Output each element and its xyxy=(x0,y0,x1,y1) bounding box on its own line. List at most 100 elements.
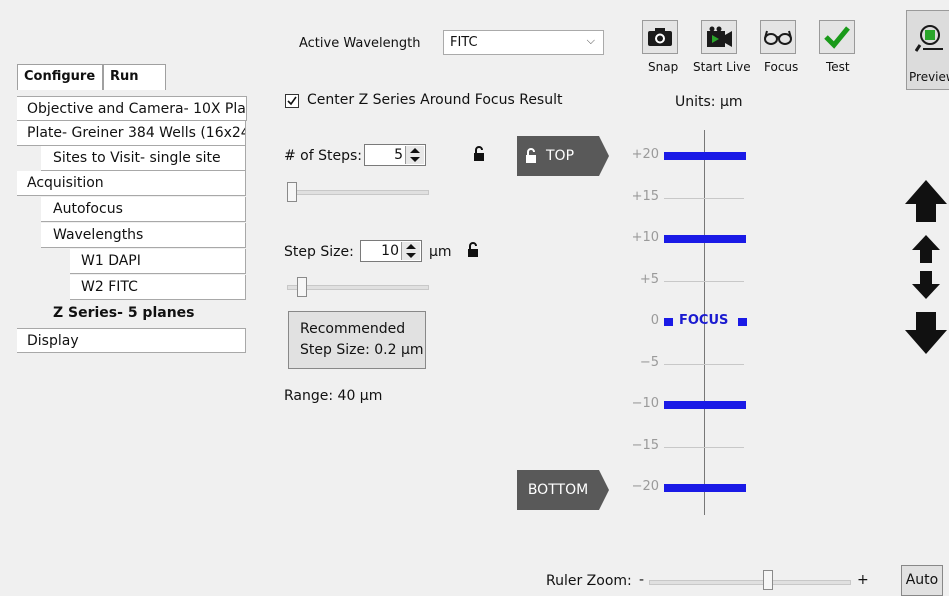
tab-configure[interactable]: Configure xyxy=(17,64,103,90)
range-label: Range: 40 µm xyxy=(284,388,383,404)
tree-item-label: W1 DAPI xyxy=(81,253,141,269)
spinner-arrows-icon[interactable] xyxy=(401,242,420,260)
lock-icon[interactable] xyxy=(467,242,479,258)
tree-item-w2-fitc[interactable]: W2 FITC xyxy=(70,275,246,300)
focus-plane-marker-left xyxy=(664,318,673,326)
recommended-line1: Recommended xyxy=(300,321,406,337)
tree-item-label: Sites to Visit- single site xyxy=(53,150,221,166)
steps-value: 5 xyxy=(394,147,403,163)
start-live-button[interactable] xyxy=(701,20,737,54)
step-size-spinner[interactable]: 10 xyxy=(360,240,422,262)
start-live-label: Start Live xyxy=(693,60,751,74)
z-plane-bar[interactable] xyxy=(664,152,746,160)
bottom-label: BOTTOM xyxy=(527,482,589,498)
tree-item-plate[interactable]: Plate- Greiner 384 Wells (16x24) xyxy=(17,121,246,146)
snap-label: Snap xyxy=(648,60,679,74)
steps-label: # of Steps: xyxy=(284,148,363,164)
units-label: Units: µm xyxy=(675,94,743,110)
tree-item-label: Z Series- 5 planes xyxy=(53,305,195,321)
top-toolbar: Active Wavelength FITC ⌵ Snap Start Live… xyxy=(0,0,949,90)
tree-item-wavelengths[interactable]: Wavelengths xyxy=(41,223,246,248)
wavelength-select[interactable]: FITC ⌵ xyxy=(443,30,604,55)
lock-icon xyxy=(526,148,536,163)
step-size-slider-track[interactable] xyxy=(287,285,429,290)
video-camera-icon xyxy=(707,26,732,47)
tab-run-label: Run xyxy=(110,69,139,84)
z-plane-bar[interactable] xyxy=(664,484,746,492)
snap-button[interactable] xyxy=(642,20,678,54)
recommended-line2: Step Size: 0.2 µm xyxy=(300,342,424,358)
ruler-tick xyxy=(664,446,744,448)
bottom-button[interactable]: BOTTOM xyxy=(517,470,599,510)
test-label: Test xyxy=(826,60,850,74)
focus-label: Focus xyxy=(764,60,799,74)
wavelength-value: FITC xyxy=(450,35,478,50)
zoom-slider-track[interactable] xyxy=(649,580,851,585)
tree-item-label: Plate- Greiner 384 Wells (16x24) xyxy=(27,125,246,141)
preview-label: Preview xyxy=(909,70,949,84)
lock-icon[interactable] xyxy=(473,146,485,162)
preview-icon xyxy=(915,25,943,52)
step-size-label: Step Size: xyxy=(284,244,354,260)
auto-label: Auto xyxy=(905,572,939,588)
tree-item-zseries[interactable]: Z Series- 5 planes xyxy=(41,301,247,326)
tree-item-label: Objective and Camera- 10X Plan xyxy=(27,101,247,117)
zseries-panel: Center Z Series Around Focus Result # of… xyxy=(247,90,949,596)
tree-item-w1-dapi[interactable]: W1 DAPI xyxy=(70,249,246,274)
arrow-up-large-icon[interactable] xyxy=(903,178,949,224)
tree-item-display[interactable]: Display xyxy=(17,328,246,353)
steps-slider-track[interactable] xyxy=(287,190,429,195)
camera-icon xyxy=(648,28,672,46)
tree-item-sites[interactable]: Sites to Visit- single site xyxy=(41,146,246,171)
focus-button[interactable] xyxy=(760,20,796,54)
auto-zoom-button[interactable]: Auto xyxy=(901,565,943,596)
ruler-zoom-label: Ruler Zoom: xyxy=(546,573,632,589)
focus-plane-label: FOCUS xyxy=(679,313,729,328)
ruler-tick-label: 0 xyxy=(650,313,659,328)
preview-button[interactable]: Preview xyxy=(906,10,949,90)
ruler-tick xyxy=(664,280,744,282)
tree-item-label: W2 FITC xyxy=(81,279,138,295)
ruler-tick-label: −10 xyxy=(631,396,659,411)
tree-item-label: Acquisition xyxy=(27,175,104,191)
tree-item-autofocus[interactable]: Autofocus xyxy=(41,197,246,222)
recommended-step-size-button[interactable]: Recommended Step Size: 0.2 µm xyxy=(288,311,426,369)
arrow-down-large-icon[interactable] xyxy=(903,310,949,356)
step-size-unit: µm xyxy=(429,244,452,260)
ruler-tick xyxy=(664,363,744,365)
arrow-up-small-icon[interactable] xyxy=(911,234,941,264)
ruler-tick-label: −15 xyxy=(631,437,659,453)
center-checkbox[interactable] xyxy=(285,94,299,108)
z-plane-bar[interactable] xyxy=(664,235,746,243)
spinner-arrows-icon[interactable] xyxy=(405,146,424,164)
bottom-pointer xyxy=(599,470,609,510)
focus-plane-marker-right xyxy=(738,318,747,326)
ruler-tick-label: +15 xyxy=(631,188,659,204)
test-button[interactable] xyxy=(819,20,855,54)
z-plane-bar[interactable] xyxy=(664,401,746,409)
zoom-slider-thumb[interactable] xyxy=(763,570,773,590)
top-pointer xyxy=(599,136,609,176)
zoom-minus: - xyxy=(639,572,645,588)
step-size-value: 10 xyxy=(381,243,399,259)
tree-item-label: Wavelengths xyxy=(53,227,144,243)
left-panel: Objective and Camera- 10X Plan Plate- Gr… xyxy=(0,90,247,588)
top-label: TOP xyxy=(546,148,575,164)
ruler-tick-label: +5 xyxy=(639,271,659,287)
tree-item-label: Autofocus xyxy=(53,201,123,217)
steps-spinner[interactable]: 5 xyxy=(364,144,426,166)
arrow-down-small-icon[interactable] xyxy=(911,270,941,300)
top-button[interactable]: TOP xyxy=(517,136,599,176)
ruler-tick-label: −20 xyxy=(631,479,659,494)
check-icon xyxy=(287,96,297,106)
center-label: Center Z Series Around Focus Result xyxy=(307,92,563,108)
steps-slider-thumb[interactable] xyxy=(287,182,297,202)
active-wavelength-label: Active Wavelength xyxy=(299,36,421,51)
tab-run[interactable]: Run xyxy=(103,64,166,90)
tree-item-label: Display xyxy=(27,333,79,349)
chevron-down-icon: ⌵ xyxy=(586,34,595,47)
step-size-slider-thumb[interactable] xyxy=(297,277,308,297)
tree-item-acquisition[interactable]: Acquisition xyxy=(17,171,246,196)
ruler-tick xyxy=(664,197,744,199)
tree-item-objective[interactable]: Objective and Camera- 10X Plan xyxy=(17,96,247,121)
